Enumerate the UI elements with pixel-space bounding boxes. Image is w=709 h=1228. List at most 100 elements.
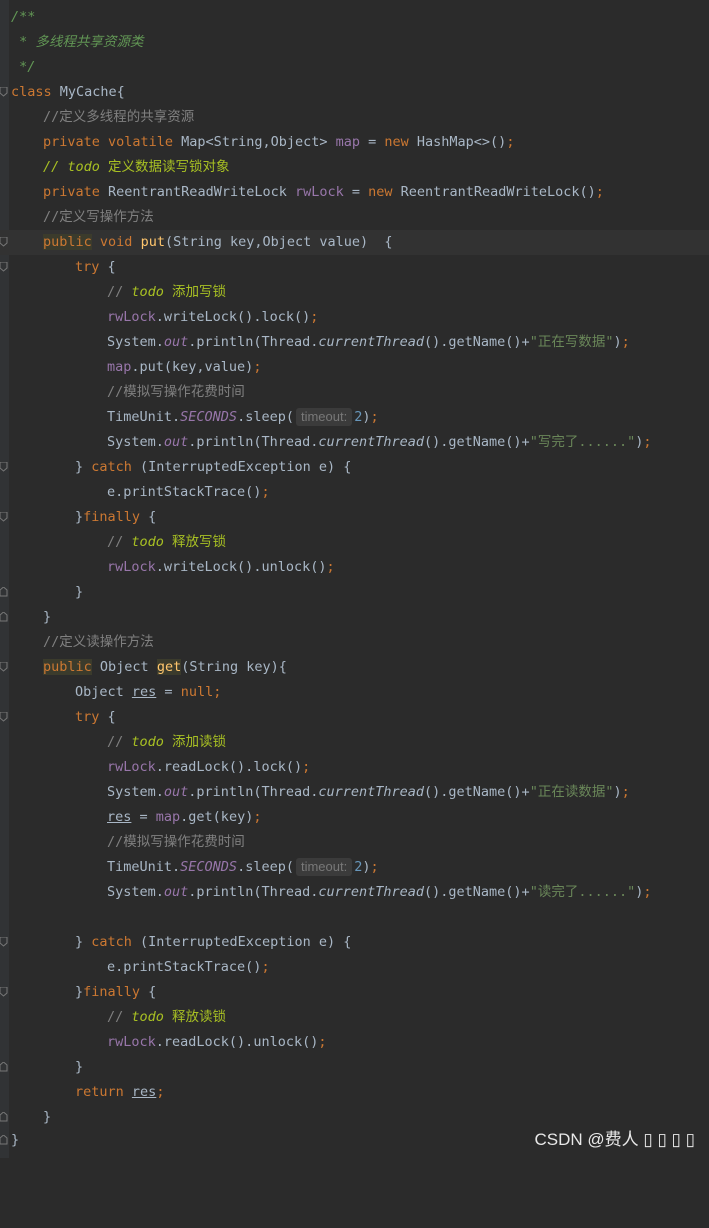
todo-comment: // (43, 159, 68, 175)
code-line[interactable]: // todo 定义数据读写锁对象 (0, 155, 709, 180)
brace: } (43, 1109, 52, 1125)
code-line[interactable]: System.out.println(Thread.currentThread(… (0, 430, 709, 455)
code-line[interactable]: System.out.println(Thread.currentThread(… (0, 780, 709, 805)
line-comment: //定义读操作方法 (43, 634, 154, 650)
todo-comment: // (107, 284, 132, 300)
fold-marker-icon[interactable] (0, 87, 8, 97)
code-line[interactable]: e.printStackTrace(); (0, 955, 709, 980)
code-line[interactable]: try { (0, 255, 709, 280)
static-method: currentThread (318, 334, 425, 350)
code-line[interactable]: return res; (0, 1080, 709, 1105)
method-call: .println(Thread. (188, 884, 319, 900)
code-line[interactable]: rwLock.writeLock().lock(); (0, 305, 709, 330)
code-line[interactable]: TimeUnit.SECONDS.sleep(timeout: 2); (0, 405, 709, 430)
identifier: System. (107, 434, 164, 450)
code-editor[interactable]: /** * 多线程共享资源类 */ class MyCache{ //定义多线程… (0, 0, 709, 1158)
code-line[interactable]: // todo 释放读锁 (0, 1005, 709, 1030)
code-line[interactable]: try { (0, 705, 709, 730)
code-line[interactable]: System.out.println(Thread.currentThread(… (0, 880, 709, 905)
code-line[interactable]: //模拟写操作花费时间 (0, 830, 709, 855)
todo-comment: // (107, 1009, 132, 1025)
code-line[interactable]: System.out.println(Thread.currentThread(… (0, 330, 709, 355)
code-line[interactable]: //定义读操作方法 (0, 630, 709, 655)
code-line[interactable]: // todo 释放写锁 (0, 530, 709, 555)
code-line[interactable]: } catch (InterruptedException e) { (0, 930, 709, 955)
keyword: new (368, 184, 393, 200)
fold-marker-icon[interactable] (0, 1062, 8, 1072)
code-line[interactable]: } (0, 605, 709, 630)
method-call: .println(Thread. (188, 334, 319, 350)
fold-marker-icon[interactable] (0, 712, 8, 722)
code-line[interactable]: */ (0, 55, 709, 80)
constructor: HashMap<>() (408, 134, 507, 150)
keyword: catch (91, 934, 132, 950)
fold-marker-icon[interactable] (0, 262, 8, 272)
keyword: class (11, 84, 52, 100)
fold-marker-icon[interactable] (0, 662, 8, 672)
code-line[interactable]: // todo 添加读锁 (0, 730, 709, 755)
method-call: .put(key,value) (131, 359, 254, 375)
fold-marker-icon[interactable] (0, 937, 8, 947)
code-line[interactable]: } (0, 1055, 709, 1080)
keyword: return (75, 1084, 124, 1100)
static-field: out (163, 784, 189, 800)
code-line[interactable]: //定义多线程的共享资源 (0, 105, 709, 130)
method-call: .println(Thread. (188, 434, 319, 450)
code-line[interactable]: res = map.get(key); (0, 805, 709, 830)
fold-marker-icon[interactable] (0, 512, 8, 522)
parameters: (String key){ (181, 659, 287, 675)
fold-marker-icon[interactable] (0, 237, 8, 247)
code-line[interactable]: private ReentrantReadWriteLock rwLock = … (0, 180, 709, 205)
code-line[interactable]: }finally { (0, 980, 709, 1005)
code-line[interactable]: Object res = null; (0, 680, 709, 705)
type: Map<String,Object> (173, 134, 336, 150)
fold-marker-icon[interactable] (0, 462, 8, 472)
fold-marker-icon[interactable] (0, 987, 8, 997)
code-line[interactable]: /** (0, 5, 709, 30)
code-line[interactable]: TimeUnit.SECONDS.sleep(timeout: 2); (0, 855, 709, 880)
todo-comment: // (107, 534, 132, 550)
type: ReentrantReadWriteLock (99, 184, 295, 200)
code-line[interactable]: map.put(key,value); (0, 355, 709, 380)
type: Object (91, 659, 157, 675)
code-line[interactable]: private volatile Map<String,Object> map … (0, 130, 709, 155)
local-variable: res (131, 684, 157, 700)
fold-marker-icon[interactable] (0, 587, 8, 597)
code-line[interactable]: //模拟写操作花费时间 (0, 380, 709, 405)
code-line[interactable]: } (0, 580, 709, 605)
code-line[interactable]: e.printStackTrace(); (0, 480, 709, 505)
code-line[interactable]: } catch (InterruptedException e) { (0, 455, 709, 480)
brace: } (75, 1059, 84, 1075)
code-line[interactable]: public Object get(String key){ (0, 655, 709, 680)
fold-marker-icon[interactable] (0, 1112, 8, 1122)
string-literal: "写完了......" (529, 434, 636, 450)
operator: = (360, 134, 385, 150)
brace: } (11, 1132, 20, 1148)
code-line[interactable]: // todo 添加写锁 (0, 280, 709, 305)
identifier: System. (107, 334, 164, 350)
method-name: get (156, 659, 182, 675)
code-line-current[interactable]: public void put(String key,Object value)… (0, 230, 709, 255)
paren: ) (362, 859, 371, 875)
method-name: put (140, 234, 165, 250)
code-line[interactable]: class MyCache{ (0, 80, 709, 105)
code-line[interactable]: rwLock.writeLock().unlock(); (0, 555, 709, 580)
fold-marker-icon[interactable] (0, 612, 8, 622)
code-line[interactable]: }finally { (0, 505, 709, 530)
keyword: finally (83, 984, 141, 1000)
code-line[interactable]: * 多线程共享资源类 (0, 30, 709, 55)
todo-comment: // (107, 734, 132, 750)
identifier: System. (107, 884, 164, 900)
watermark: CSDN @费人 ▯ ▯ ▯ ▯ (534, 1130, 695, 1149)
brace: } (75, 509, 84, 525)
method-call: e.printStackTrace() (107, 959, 262, 975)
doc-comment: * 多线程共享资源类 (11, 34, 144, 50)
todo-text: 释放读锁 (163, 1009, 227, 1025)
method-call: .sleep( (237, 409, 294, 425)
method-call: .sleep( (237, 859, 294, 875)
code-line[interactable]: rwLock.readLock().unlock(); (0, 1030, 709, 1055)
code-line[interactable]: //定义写操作方法 (0, 205, 709, 230)
todo-text: 添加写锁 (163, 284, 227, 300)
fold-marker-icon[interactable] (0, 1135, 8, 1145)
code-line[interactable]: rwLock.readLock().lock(); (0, 755, 709, 780)
